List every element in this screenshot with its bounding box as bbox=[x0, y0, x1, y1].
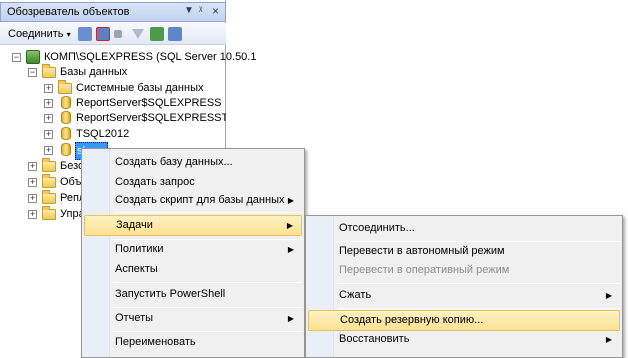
menu-item-shrink[interactable]: Сжать ▶ bbox=[308, 285, 620, 306]
expand-icon[interactable]: + bbox=[28, 210, 37, 219]
menu-item-label: Сжать bbox=[339, 289, 372, 301]
folder-icon bbox=[42, 190, 56, 204]
folder-icon bbox=[58, 80, 72, 94]
menu-item-bring-online[interactable]: Перевести в оперативный режим bbox=[308, 260, 620, 281]
menu-item-detach[interactable]: Отсоединить... bbox=[308, 218, 620, 239]
menu-item-policies[interactable]: Политики ▶ bbox=[84, 239, 302, 260]
databases-label: Базы данных bbox=[60, 66, 128, 78]
submenu-arrow-icon: ▶ bbox=[287, 314, 294, 323]
menu-item-rename[interactable]: Переименовать bbox=[84, 332, 302, 353]
db-label: ReportServer$SQLEXPRESS bbox=[76, 97, 222, 109]
tree-node-db[interactable]: + TSQL2012 bbox=[0, 126, 226, 142]
tree-node-databases[interactable]: − Базы данных bbox=[0, 64, 226, 80]
context-menu: Создать базу данных... Создать запрос Со… bbox=[81, 148, 305, 358]
database-icon bbox=[61, 111, 71, 124]
folder-icon bbox=[42, 206, 56, 220]
expand-icon[interactable]: + bbox=[28, 162, 37, 171]
refresh-icon[interactable] bbox=[150, 27, 164, 41]
tree-node-db[interactable]: + ReportServer$SQLEXPRESSTemp bbox=[0, 110, 226, 126]
expand-icon[interactable]: + bbox=[44, 130, 53, 139]
menu-item-new-database[interactable]: Создать базу данных... bbox=[84, 152, 302, 173]
folder-icon bbox=[42, 64, 56, 78]
connect-server-icon[interactable] bbox=[78, 27, 92, 41]
menu-item-label: Перевести в автономный режим bbox=[339, 245, 505, 257]
expand-icon[interactable]: + bbox=[44, 146, 53, 155]
stop-icon[interactable] bbox=[114, 30, 122, 38]
database-icon bbox=[61, 143, 71, 156]
menu-separator bbox=[337, 308, 620, 309]
submenu-arrow-icon: ▶ bbox=[605, 291, 612, 300]
menu-item-label: Создать скрипт для базы данных bbox=[115, 194, 285, 206]
database-icon bbox=[61, 127, 71, 140]
collapse-icon[interactable]: − bbox=[28, 68, 37, 77]
connect-button[interactable]: Соединить ▾ bbox=[8, 26, 71, 42]
menu-separator bbox=[337, 283, 620, 284]
submenu-arrow-icon: ▶ bbox=[287, 245, 294, 254]
object-explorer-titlebar: Обозреватель объектов ▼ ᵡ × bbox=[0, 2, 226, 22]
menu-item-reports[interactable]: Отчеты ▶ bbox=[84, 308, 302, 329]
submenu-arrow-icon: ▶ bbox=[286, 221, 293, 230]
menu-item-label: Переименовать bbox=[115, 336, 196, 348]
expand-icon[interactable]: + bbox=[28, 194, 37, 203]
menu-separator bbox=[113, 212, 302, 213]
object-explorer-title: Обозреватель объектов bbox=[7, 6, 130, 18]
menu-item-label: Восстановить bbox=[339, 333, 410, 345]
menu-item-tasks[interactable]: Задачи ▶ bbox=[84, 215, 302, 236]
menu-item-label: Политики bbox=[115, 243, 164, 255]
tree-node-server[interactable]: − КОМП\SQLEXPRESS (SQL Server 10.50.1 bbox=[0, 49, 256, 65]
object-explorer-toolbar: Соединить ▾ bbox=[0, 23, 226, 45]
folder-icon bbox=[42, 158, 56, 172]
database-icon bbox=[61, 96, 71, 109]
expand-icon[interactable]: + bbox=[28, 178, 37, 187]
menu-item-facets[interactable]: Аспекты bbox=[84, 259, 302, 280]
server-label: КОМП\SQLEXPRESS (SQL Server 10.50.1 bbox=[44, 51, 257, 63]
submenu-arrow-icon: ▶ bbox=[605, 335, 612, 344]
chevron-down-icon: ▾ bbox=[66, 30, 71, 39]
menu-item-label: Отсоединить... bbox=[339, 222, 415, 234]
server-icon bbox=[26, 50, 40, 64]
folder-icon bbox=[42, 174, 56, 188]
menu-item-script-database[interactable]: Создать скрипт для базы данных ▶ bbox=[84, 190, 302, 211]
menu-item-label: Перевести в оперативный режим bbox=[339, 264, 510, 276]
tree-node-system-databases[interactable]: + Системные базы данных bbox=[0, 80, 226, 96]
pin-icon[interactable]: ᵡ bbox=[199, 5, 202, 16]
expand-icon[interactable]: + bbox=[44, 84, 53, 93]
menu-item-label: Создать базу данных... bbox=[115, 156, 233, 168]
system-databases-label: Системные базы данных bbox=[76, 82, 204, 94]
tree-node-db[interactable]: + ReportServer$SQLEXPRESS bbox=[0, 95, 226, 111]
disconnect-icon[interactable] bbox=[96, 27, 110, 41]
summary-icon[interactable] bbox=[168, 27, 182, 41]
collapse-icon[interactable]: − bbox=[12, 53, 21, 62]
filter-icon[interactable] bbox=[132, 29, 144, 39]
menu-item-label: Создать резервную копию... bbox=[340, 314, 484, 326]
menu-item-label: Отчеты bbox=[115, 312, 154, 324]
expand-icon[interactable]: + bbox=[44, 114, 53, 123]
db-label: TSQL2012 bbox=[76, 128, 130, 140]
close-icon[interactable]: × bbox=[212, 4, 219, 18]
menu-item-take-offline[interactable]: Перевести в автономный режим bbox=[308, 241, 620, 262]
menu-item-start-powershell[interactable]: Запустить PowerShell bbox=[84, 284, 302, 305]
tasks-submenu: Отсоединить... Перевести в автономный ре… bbox=[305, 215, 623, 358]
dropdown-icon[interactable]: ▼ bbox=[184, 5, 194, 16]
submenu-arrow-icon: ▶ bbox=[287, 196, 294, 205]
menu-item-label: Задачи bbox=[116, 219, 153, 231]
menu-item-label: Создать запрос bbox=[115, 176, 195, 188]
connect-label: Соединить bbox=[8, 28, 64, 40]
menu-item-back-up[interactable]: Создать резервную копию... bbox=[308, 310, 620, 331]
menu-separator bbox=[113, 282, 302, 283]
expand-icon[interactable]: + bbox=[44, 99, 53, 108]
db-label: ReportServer$SQLEXPRESSTemp bbox=[76, 112, 226, 124]
menu-item-label: Запустить PowerShell bbox=[115, 288, 226, 300]
menu-item-label: Аспекты bbox=[115, 263, 158, 275]
menu-item-restore[interactable]: Восстановить ▶ bbox=[308, 329, 620, 350]
